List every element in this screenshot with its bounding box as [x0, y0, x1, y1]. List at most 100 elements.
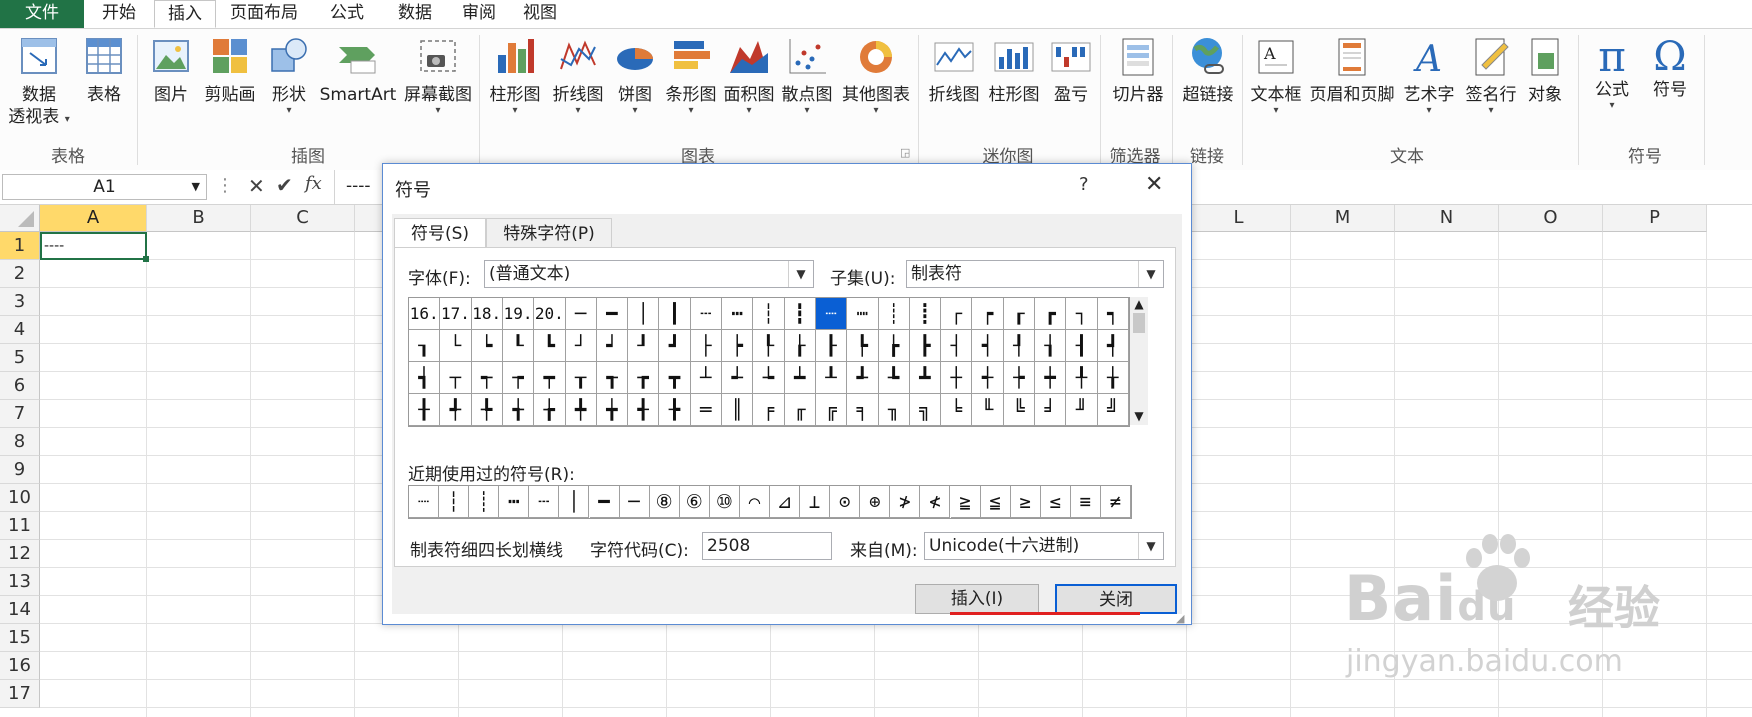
tab-insert[interactable]: 插入 — [154, 0, 216, 28]
recent-symbol-cell[interactable]: ⊕ — [860, 486, 891, 518]
chevron-down-icon[interactable]: ▼ — [192, 175, 200, 199]
symbol-cell-selected[interactable]: ┈ — [815, 298, 848, 330]
symbol-cell[interactable]: ┸ — [815, 362, 848, 394]
symbol-cell[interactable]: ┪ — [409, 362, 441, 394]
symbol-cell[interactable]: ┧ — [1035, 330, 1067, 362]
row-header-9[interactable]: 9 — [0, 456, 40, 484]
recent-symbol-cell[interactable]: ─ — [619, 486, 650, 518]
symbol-cell[interactable]: ┤ — [941, 330, 973, 362]
row-header-11[interactable]: 11 — [0, 512, 40, 540]
dialog-launcher-icon[interactable]: ◲ — [900, 146, 910, 159]
symbol-cell[interactable]: ╝ — [1097, 394, 1129, 426]
symbol-cell[interactable]: 19. — [502, 298, 535, 330]
symbol-cell[interactable]: ┏ — [1035, 298, 1067, 330]
symbol-cell[interactable]: ┮ — [502, 362, 535, 394]
column-header-n[interactable]: N — [1395, 205, 1499, 232]
cancel-icon[interactable]: ✕ — [248, 174, 265, 198]
symbol-cell[interactable]: ┛ — [659, 330, 691, 362]
fill-handle[interactable] — [143, 256, 149, 262]
row-header-7[interactable]: 7 — [0, 400, 40, 428]
symbol-cell[interactable]: 18. — [471, 298, 503, 330]
symbol-cell[interactable]: ┽ — [972, 362, 1004, 394]
scroll-down-icon[interactable]: ▼ — [1130, 409, 1148, 423]
row-header-15[interactable]: 15 — [0, 624, 40, 652]
char-code-input[interactable]: 2508 — [702, 532, 832, 560]
insert-function-icon[interactable]: fx — [305, 173, 322, 194]
symbol-cell[interactable]: ┹ — [847, 362, 879, 394]
pivot-table-button[interactable]: 数据 透视表 ▾ — [4, 35, 74, 128]
symbol-cell[interactable]: ┞ — [753, 330, 785, 362]
symbol-cell[interactable]: ┒ — [409, 330, 441, 362]
recent-symbol-cell[interactable]: ≧ — [950, 486, 981, 518]
sparkline-column-button[interactable]: 柱形图 — [984, 35, 1044, 106]
symbol-scrollbar[interactable]: ▲ ▼ — [1130, 297, 1148, 425]
enter-check-icon[interactable]: ✔ — [276, 173, 293, 197]
row-header-3[interactable]: 3 — [0, 288, 40, 316]
symbol-cell[interactable]: ╓ — [784, 394, 816, 426]
symbol-cell[interactable]: ┙ — [596, 330, 629, 362]
symbol-cell[interactable]: ┲ — [628, 362, 660, 394]
symbol-cell[interactable]: ┇ — [784, 298, 816, 330]
symbol-cell[interactable]: ┕ — [471, 330, 503, 362]
bar-chart-button[interactable]: 条形图 ▾ — [662, 35, 720, 116]
symbol-cell[interactable]: ╉ — [628, 394, 660, 426]
symbol-cell[interactable]: ┱ — [596, 362, 629, 394]
symbol-cell[interactable]: 16. — [409, 298, 441, 330]
row-header-6[interactable]: 6 — [0, 372, 40, 400]
recent-symbol-cell[interactable]: ┈ — [409, 486, 440, 518]
recent-symbol-cell[interactable]: ⑧ — [649, 486, 680, 518]
tab-symbols[interactable]: 符号(S) — [394, 218, 486, 248]
symbol-cell[interactable]: ┵ — [722, 362, 754, 394]
line-chart-button[interactable]: 折线图 ▾ — [547, 35, 609, 116]
symbol-cell[interactable]: ┆ — [753, 298, 785, 330]
symbol-cell[interactable]: ┗ — [534, 330, 566, 362]
symbol-cell[interactable]: ╄ — [471, 394, 503, 426]
recent-symbol-cell[interactable]: ⌒ — [739, 486, 770, 518]
close-button[interactable]: 关闭 — [1055, 584, 1177, 614]
slicer-button[interactable]: 切片器 — [1106, 35, 1170, 106]
tab-special-characters[interactable]: 特殊字符(P) — [486, 218, 612, 248]
formula-input[interactable]: ---- — [346, 176, 371, 196]
wordart-button[interactable]: A 艺术字 ▾ — [1398, 35, 1460, 116]
tab-formulas[interactable]: 公式 — [312, 0, 382, 28]
close-icon[interactable]: ✕ — [1145, 172, 1163, 197]
row-header-14[interactable]: 14 — [0, 596, 40, 624]
shapes-button[interactable]: 形状 ▾ — [263, 35, 315, 116]
symbol-cell[interactable]: ╀ — [1066, 362, 1098, 394]
other-charts-button[interactable]: 其他图表 ▾ — [838, 35, 914, 116]
symbol-cell[interactable]: │ — [628, 298, 660, 330]
resize-grip-icon[interactable]: ◢ — [1176, 612, 1184, 625]
sparkline-winloss-button[interactable]: 盈亏 — [1046, 35, 1096, 106]
row-header-17[interactable]: 17 — [0, 680, 40, 708]
row-header-12[interactable]: 12 — [0, 540, 40, 568]
symbol-cell[interactable]: ┼ — [941, 362, 973, 394]
symbol-cell[interactable]: ┋ — [909, 298, 942, 330]
active-cell-border[interactable] — [40, 232, 147, 260]
symbol-cell[interactable]: ┶ — [753, 362, 785, 394]
symbol-cell[interactable]: ┰ — [565, 362, 597, 394]
font-select[interactable]: (普通文本) ▼ — [484, 260, 814, 288]
symbol-cell[interactable]: ┣ — [909, 330, 942, 362]
symbol-cell[interactable]: ┻ — [909, 362, 942, 394]
symbol-cell[interactable]: ┭ — [471, 362, 503, 394]
symbol-cell[interactable]: ┯ — [534, 362, 566, 394]
symbol-cell[interactable]: ║ — [722, 394, 754, 426]
recent-symbol-cell[interactable]: ┆ — [439, 486, 470, 518]
equation-button[interactable]: π 公式 ▾ — [1584, 35, 1640, 111]
textbox-button[interactable]: A 文本框 ▾ — [1246, 35, 1306, 116]
symbol-cell[interactable]: ┌ — [941, 298, 973, 330]
row-header-13[interactable]: 13 — [0, 568, 40, 596]
column-header-l[interactable]: L — [1187, 205, 1291, 232]
symbol-cell[interactable]: ├ — [690, 330, 723, 362]
name-box[interactable]: A1 ▼ — [2, 174, 207, 200]
symbol-cell[interactable]: └ — [440, 330, 472, 362]
sparkline-line-button[interactable]: 折线图 — [924, 35, 984, 106]
symbol-cell[interactable]: ╛ — [1035, 394, 1067, 426]
tab-view[interactable]: 视图 — [512, 0, 568, 28]
symbol-cell[interactable]: 20. — [534, 298, 566, 330]
recent-symbol-cell[interactable]: ⊥ — [800, 486, 831, 518]
symbol-cell[interactable]: ┡ — [847, 330, 879, 362]
column-header-a[interactable]: A — [40, 205, 147, 232]
symbol-cell[interactable]: ╘ — [941, 394, 973, 426]
signature-line-button[interactable]: 签名行 ▾ — [1460, 35, 1522, 116]
